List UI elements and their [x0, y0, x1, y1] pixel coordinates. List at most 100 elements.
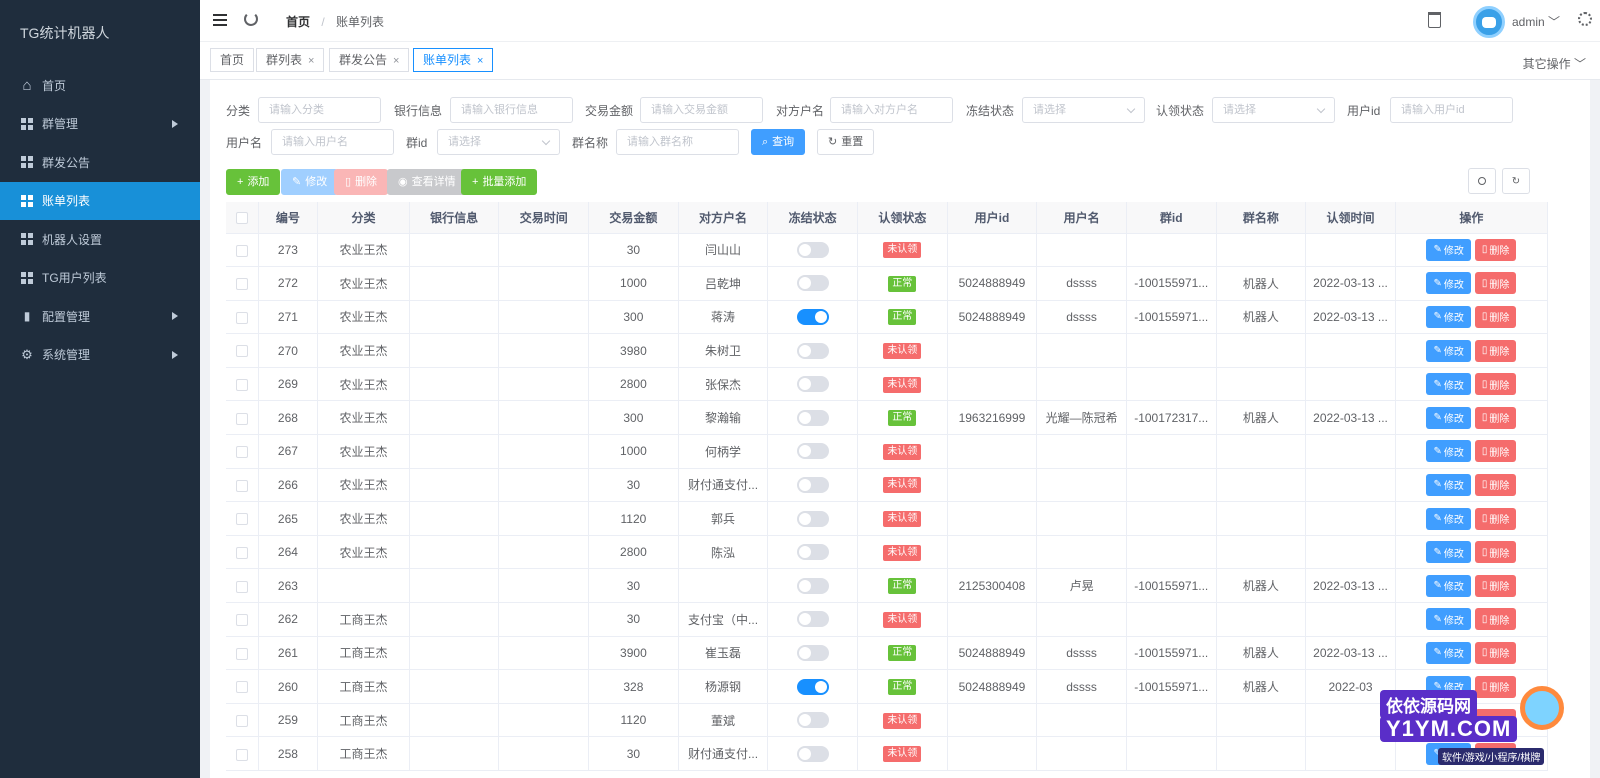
row-checkbox[interactable] [235, 580, 248, 593]
row-delete-button[interactable]: ▯删除 [1474, 608, 1517, 631]
freeze-toggle[interactable] [796, 745, 829, 762]
avatar[interactable] [1473, 6, 1505, 38]
row-checkbox[interactable] [235, 244, 248, 257]
freeze-toggle[interactable] [796, 678, 829, 695]
row-checkbox[interactable] [235, 345, 248, 358]
filter-freeze-select[interactable]: 请选择 [1022, 97, 1145, 123]
tab-2[interactable]: 群发公告 × [329, 48, 410, 72]
sidebar-item-7[interactable]: ⚙ 系统管理 [0, 336, 200, 375]
close-icon[interactable]: × [308, 55, 314, 67]
sidebar-item-3[interactable]: 账单列表 [0, 181, 200, 220]
filter-bank-input[interactable]: 请输入银行信息 [450, 97, 573, 123]
freeze-toggle[interactable] [796, 476, 829, 493]
delete-button[interactable]: ▯ 删除 [334, 169, 389, 195]
row-delete-button[interactable]: ▯删除 [1474, 373, 1517, 396]
row-checkbox[interactable] [235, 412, 248, 425]
row-checkbox[interactable] [235, 479, 248, 492]
filter-username-input[interactable]: 请输入用户名 [271, 129, 394, 155]
freeze-toggle[interactable] [796, 275, 829, 292]
row-edit-button[interactable]: ✎修改 [1426, 473, 1471, 496]
row-checkbox[interactable] [235, 714, 248, 727]
sidebar-item-6[interactable]: ▮ 配置管理 [0, 297, 200, 336]
row-checkbox[interactable] [235, 513, 248, 526]
batch-add-button[interactable]: + 批量添加 [461, 169, 538, 195]
row-edit-button[interactable]: ✎修改 [1426, 608, 1471, 631]
freeze-toggle[interactable] [796, 712, 829, 729]
row-delete-button[interactable]: ▯删除 [1474, 272, 1517, 295]
freeze-toggle[interactable] [796, 510, 829, 527]
row-delete-button[interactable]: ▯删除 [1474, 406, 1517, 429]
filter-userid-input[interactable]: 请输入用户id [1390, 97, 1513, 123]
refresh-table-button[interactable]: ↻ [1502, 168, 1530, 194]
tab-0[interactable]: 首页 [210, 48, 255, 72]
row-checkbox[interactable] [235, 311, 248, 324]
add-button[interactable]: + 添加 [226, 169, 281, 195]
trash-icon[interactable] [1428, 12, 1441, 28]
sidebar-item-4[interactable]: 机器人设置 [0, 220, 200, 259]
row-edit-button[interactable]: ✎修改 [1426, 406, 1471, 429]
toggle-search-button[interactable] [1468, 168, 1496, 194]
sidebar-item-5[interactable]: TG用户列表 [0, 259, 200, 298]
reset-button[interactable]: ↻ 重置 [817, 129, 875, 155]
freeze-toggle[interactable] [796, 544, 829, 561]
filter-category-input[interactable]: 请输入分类 [258, 97, 381, 123]
tab-1[interactable]: 群列表 × [256, 48, 325, 72]
refresh-icon[interactable] [244, 12, 258, 26]
freeze-toggle[interactable] [796, 376, 829, 393]
row-checkbox[interactable] [235, 681, 248, 694]
sidebar-item-0[interactable]: ⌂ 首页 [0, 66, 200, 105]
sidebar-item-2[interactable]: 群发公告 [0, 143, 200, 182]
row-checkbox[interactable] [235, 546, 248, 559]
row-edit-button[interactable]: ✎修改 [1426, 305, 1471, 328]
other-ops-dropdown[interactable]: 其它操作 ﹀ [1523, 55, 1586, 72]
close-icon[interactable]: × [393, 55, 399, 67]
row-delete-button[interactable]: ▯删除 [1474, 541, 1517, 564]
filter-groupid-select[interactable]: 请选择 [437, 129, 560, 155]
freeze-toggle[interactable] [796, 409, 829, 426]
row-delete-button[interactable]: ▯删除 [1474, 473, 1517, 496]
hamburger-icon[interactable] [213, 14, 227, 26]
row-edit-button[interactable]: ✎修改 [1426, 574, 1471, 597]
row-edit-button[interactable]: ✎修改 [1426, 507, 1471, 530]
row-delete-button[interactable]: ▯删除 [1474, 507, 1517, 530]
filter-counterparty-input[interactable]: 请输入对方户名 [830, 97, 953, 123]
freeze-toggle[interactable] [796, 577, 829, 594]
freeze-toggle[interactable] [796, 443, 829, 460]
filter-groupname-input[interactable]: 请输入群名称 [616, 129, 739, 155]
row-delete-button[interactable]: ▯删除 [1474, 574, 1517, 597]
search-button[interactable]: ⌕ 查询 [751, 129, 806, 155]
freeze-toggle[interactable] [796, 644, 829, 661]
row-edit-button[interactable]: ✎修改 [1426, 339, 1471, 362]
freeze-toggle[interactable] [796, 611, 829, 628]
filter-claim-select[interactable]: 请选择 [1212, 97, 1335, 123]
row-checkbox[interactable] [235, 647, 248, 660]
row-delete-button[interactable]: ▯删除 [1474, 440, 1517, 463]
freeze-toggle[interactable] [796, 241, 829, 258]
sidebar-item-1[interactable]: 群管理 [0, 105, 200, 144]
row-edit-button[interactable]: ✎修改 [1426, 641, 1471, 664]
row-checkbox[interactable] [235, 278, 248, 291]
row-checkbox[interactable] [235, 748, 248, 761]
breadcrumb-home[interactable]: 首页 [286, 15, 310, 29]
row-delete-button[interactable]: ▯删除 [1474, 305, 1517, 328]
row-edit-button[interactable]: ✎修改 [1426, 238, 1471, 261]
row-edit-button[interactable]: ✎修改 [1426, 440, 1471, 463]
row-checkbox[interactable] [235, 446, 248, 459]
freeze-toggle[interactable] [796, 308, 829, 325]
filter-amount-input[interactable]: 请输入交易金额 [640, 97, 763, 123]
tab-3[interactable]: 账单列表 × [413, 48, 494, 72]
select-all-checkbox[interactable] [235, 212, 248, 225]
row-checkbox[interactable] [235, 614, 248, 627]
freeze-toggle[interactable] [796, 342, 829, 359]
row-checkbox[interactable] [235, 379, 248, 391]
edit-button[interactable]: ✎ 修改 [281, 169, 339, 195]
row-delete-button[interactable]: ▯删除 [1474, 641, 1517, 664]
user-menu[interactable]: admin ﹀ [1512, 13, 1560, 30]
row-edit-button[interactable]: ✎修改 [1426, 272, 1471, 295]
row-delete-button[interactable]: ▯删除 [1474, 339, 1517, 362]
close-icon[interactable]: × [477, 55, 483, 67]
row-edit-button[interactable]: ✎修改 [1426, 373, 1471, 396]
row-edit-button[interactable]: ✎修改 [1426, 541, 1471, 564]
gear-icon[interactable] [1578, 12, 1592, 26]
row-delete-button[interactable]: ▯删除 [1474, 238, 1517, 261]
